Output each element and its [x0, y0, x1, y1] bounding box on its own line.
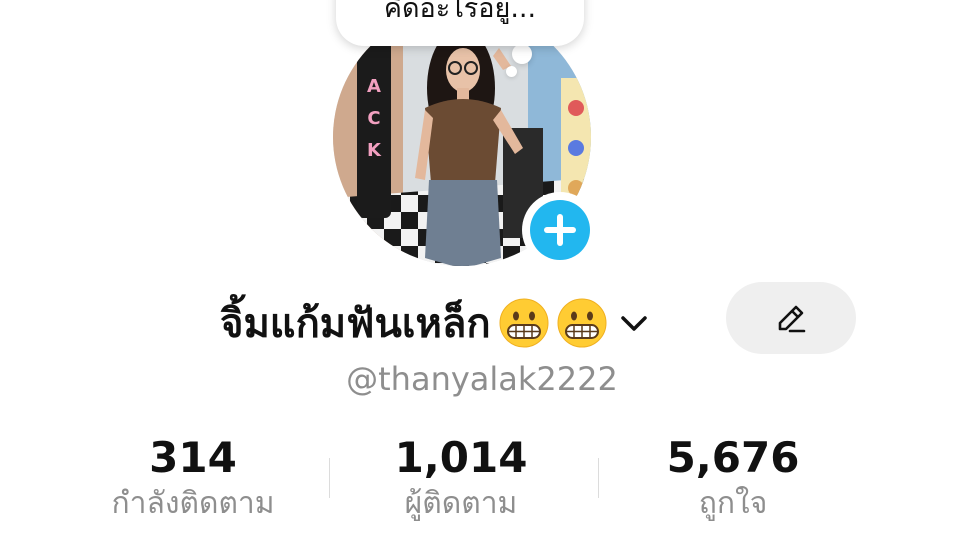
- note-bubble-tail: [512, 44, 532, 64]
- stat-likes[interactable]: 5,676 ถูกใจ: [603, 432, 863, 524]
- likes-count: 5,676: [666, 433, 800, 482]
- note-bubble-tail-dot: [506, 66, 517, 77]
- username: @thanyalak2222: [346, 360, 618, 398]
- grimacing-face-emoji-1: [499, 298, 549, 348]
- stat-following[interactable]: 314 กำลังติดตาม: [63, 432, 323, 524]
- following-label: กำลังติดตาม: [111, 486, 275, 521]
- profile-page: คิดอะไรอยู่... A C K จิ้มแก้มฟันเหล็ก @t…: [0, 0, 960, 539]
- followers-count: 1,014: [394, 433, 528, 482]
- chevron-down-icon[interactable]: [619, 308, 649, 338]
- add-story-button[interactable]: [522, 192, 598, 268]
- avatar-letter-a: A: [367, 76, 381, 97]
- stat-followers[interactable]: 1,014 ผู้ติดตาม: [331, 432, 591, 524]
- likes-label: ถูกใจ: [698, 486, 768, 521]
- following-count: 314: [149, 433, 237, 482]
- edit-profile-button[interactable]: [726, 282, 856, 354]
- note-bubble[interactable]: คิดอะไรอยู่...: [336, 0, 584, 46]
- display-name: จิ้มแก้มฟันเหล็ก: [220, 301, 491, 347]
- pencil-icon: [778, 305, 806, 333]
- stat-divider: [598, 458, 599, 498]
- grimacing-face-emoji-2: [557, 298, 607, 348]
- plus-icon: [530, 200, 590, 260]
- followers-label: ผู้ติดตาม: [404, 486, 518, 521]
- note-text: คิดอะไรอยู่...: [383, 0, 537, 24]
- display-name-row[interactable]: จิ้มแก้มฟันเหล็ก: [220, 288, 649, 358]
- avatar-letter-c: C: [367, 108, 380, 129]
- avatar-letter-k: K: [367, 140, 382, 161]
- stat-divider: [329, 458, 330, 498]
